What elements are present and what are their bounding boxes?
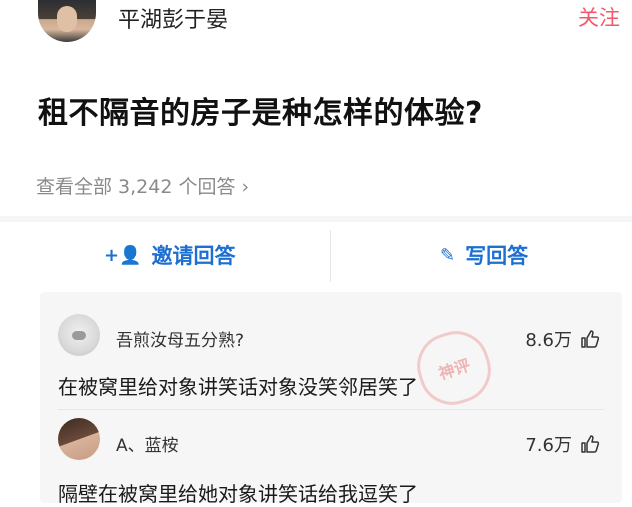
commenter-name[interactable]: A、蓝桉	[116, 431, 179, 456]
commenter-avatar[interactable]	[58, 418, 100, 460]
comment-text: 在被窝里给对象讲笑话对象没笑邻居笑了	[58, 375, 418, 399]
action-bar: +👤 邀请回答 ✎ 写回答	[0, 222, 632, 286]
author-name[interactable]: 平湖彭于晏	[118, 2, 228, 34]
like-count[interactable]: 7.6万	[525, 431, 600, 457]
commenter-avatar[interactable]	[58, 314, 100, 356]
invite-answer-label: 邀请回答	[151, 244, 236, 268]
like-count-value: 8.6万	[525, 330, 572, 351]
thumbs-up-icon[interactable]	[580, 329, 600, 349]
comment-divider	[58, 409, 604, 410]
commenter-name[interactable]: 吾煎汝母五分熟?	[116, 326, 244, 351]
view-all-answers-link[interactable]: 查看全部 3,242 个回答 ›	[36, 172, 249, 199]
follow-button[interactable]: 关注	[578, 2, 620, 32]
like-count-value: 7.6万	[525, 435, 572, 456]
thumbs-up-icon[interactable]	[580, 434, 600, 454]
question-title[interactable]: 租不隔音的房子是种怎样的体验?	[38, 88, 483, 132]
author-avatar[interactable]	[38, 0, 96, 42]
write-answer-label: 写回答	[465, 244, 529, 268]
author-bar: 平湖彭于晏 关注	[0, 0, 632, 48]
edit-icon: ✎	[440, 244, 456, 266]
add-user-icon: +👤	[104, 244, 142, 266]
hot-comments-panel: 神评 吾煎汝母五分熟? 8.6万 在被窝里给对象讲笑话对象没笑邻居笑了 A、蓝桉…	[40, 292, 622, 506]
like-count[interactable]: 8.6万	[525, 326, 600, 352]
watermark-stamp: 神评	[408, 322, 500, 414]
invite-answer-button[interactable]: +👤 邀请回答	[104, 240, 236, 270]
write-answer-button[interactable]: ✎ 写回答	[440, 240, 528, 270]
action-separator	[330, 230, 331, 282]
